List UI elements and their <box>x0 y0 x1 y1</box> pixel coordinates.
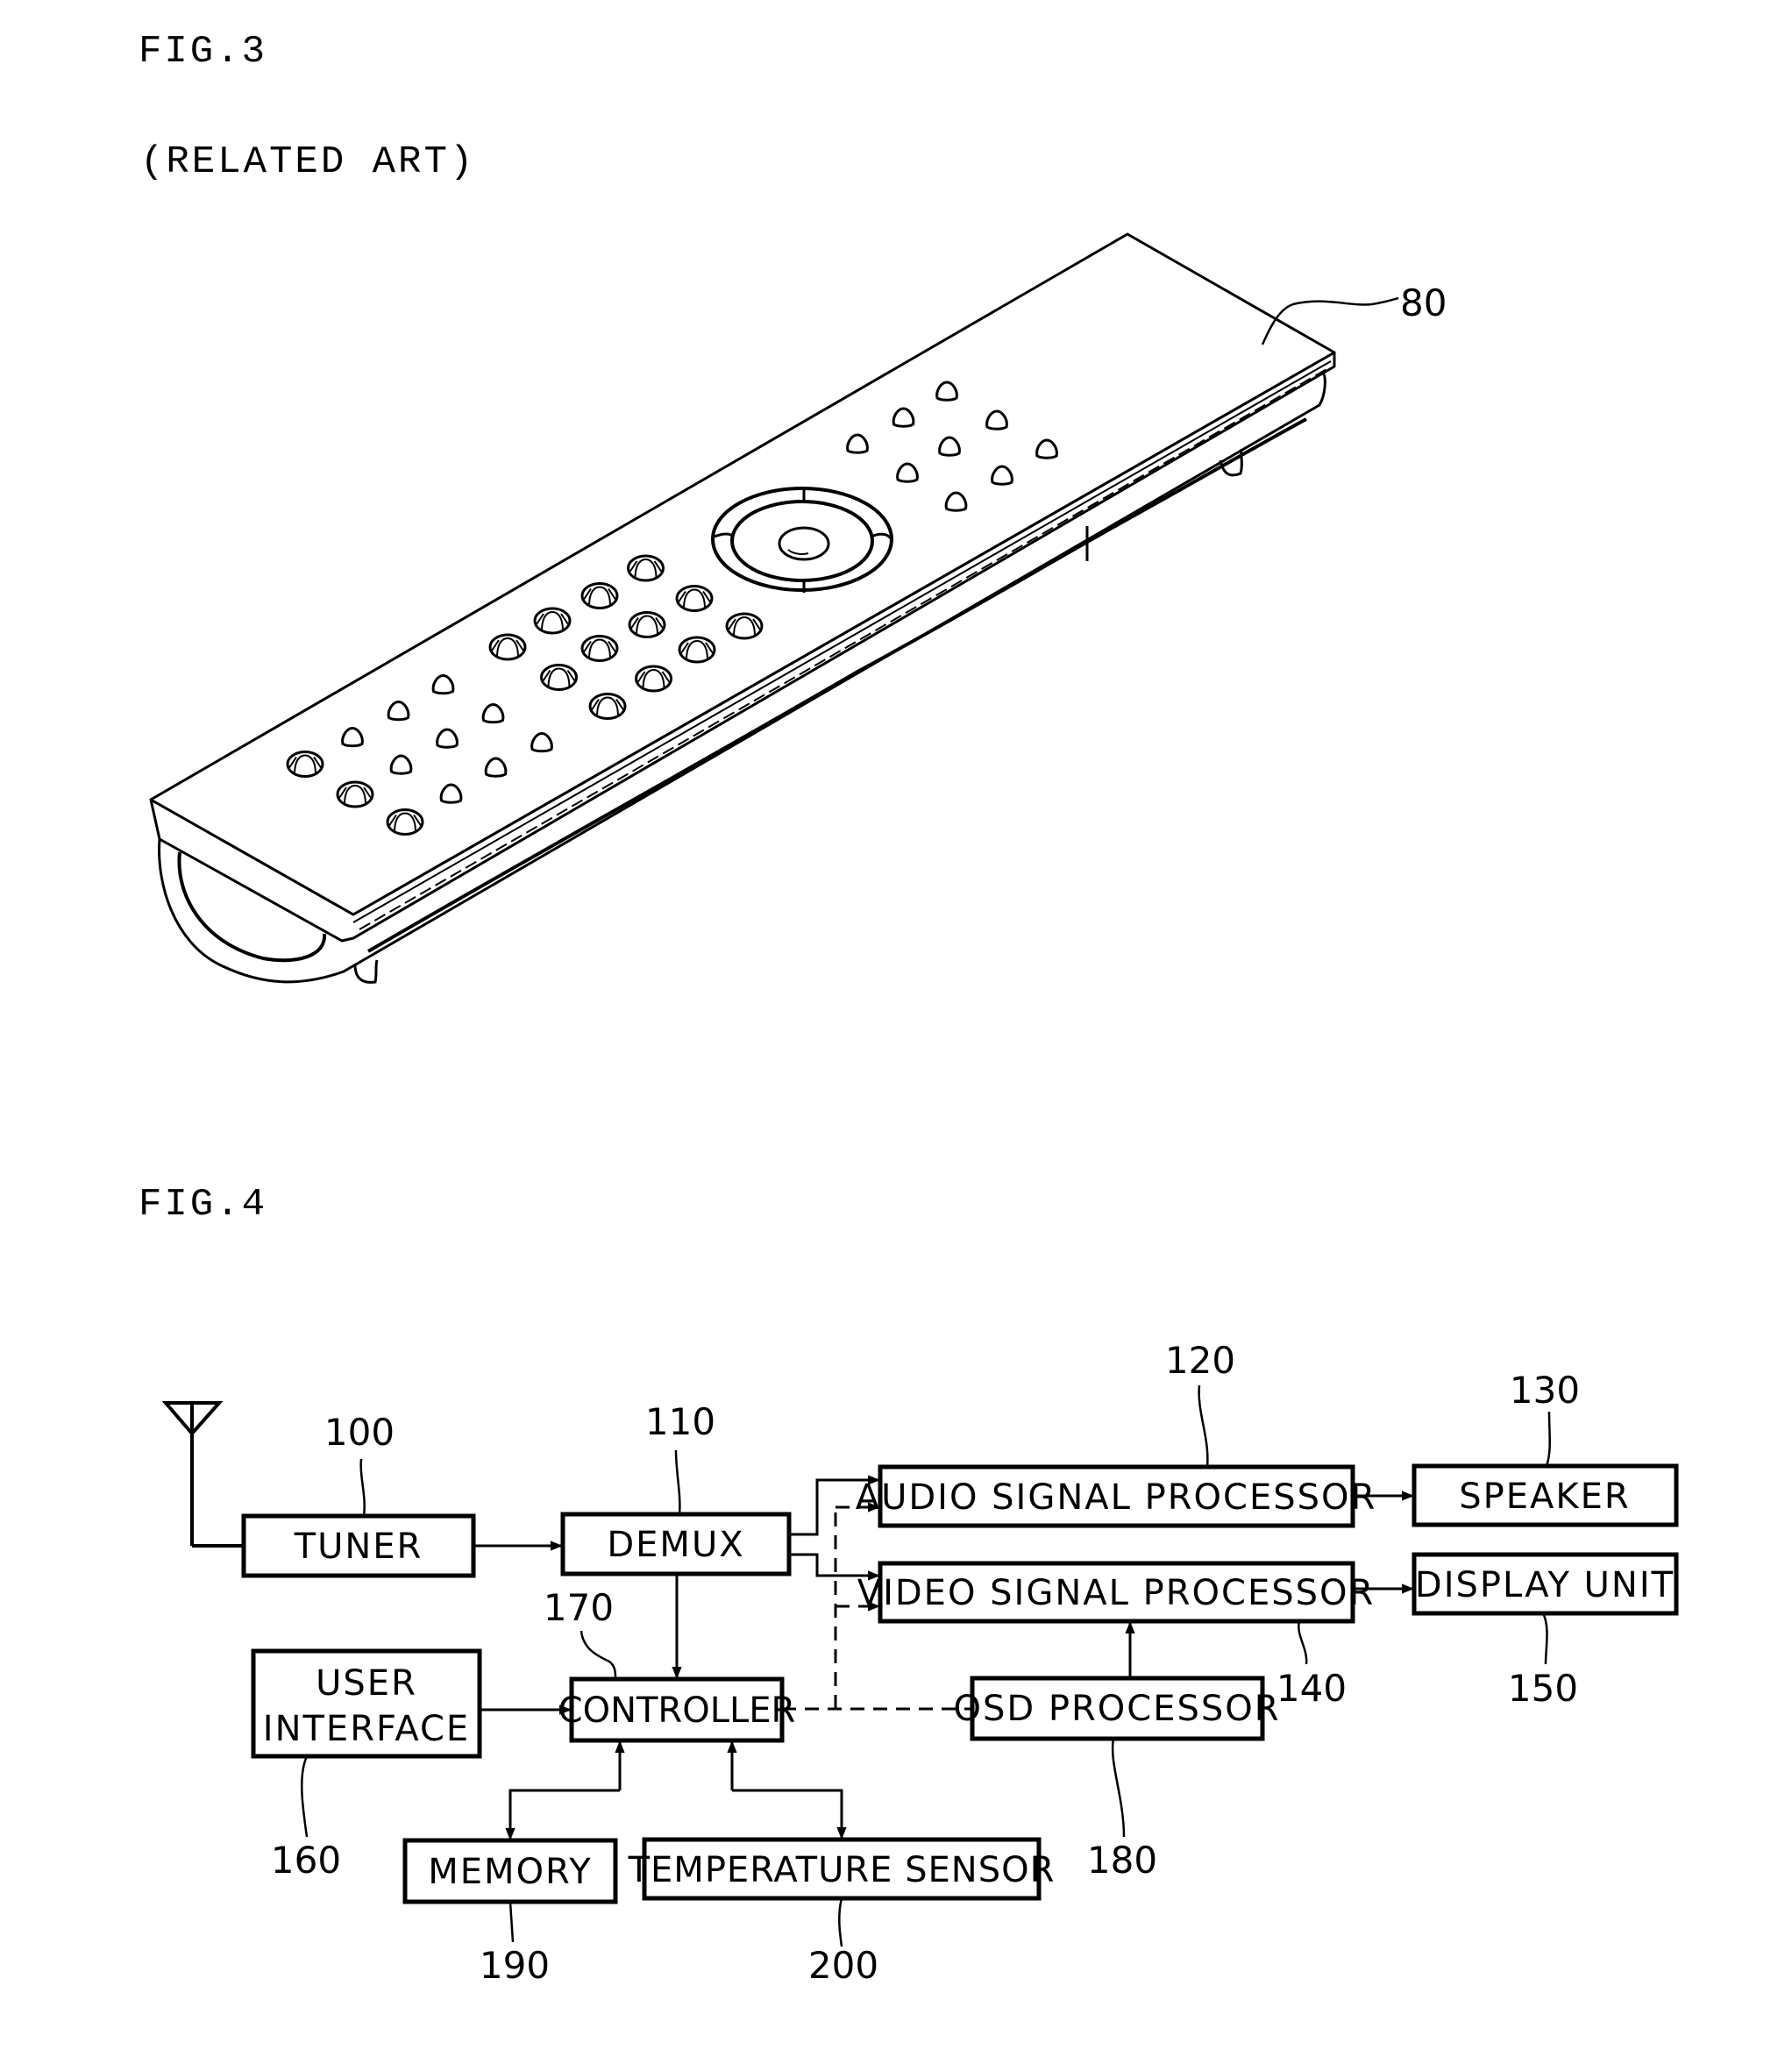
speaker-label: SPEAKER <box>1459 1477 1630 1517</box>
navigation-ring-icon <box>711 487 893 593</box>
user-interface-label-line2: INTERFACE <box>263 1709 470 1749</box>
numeric-key <box>627 554 665 582</box>
ref-160-leader <box>300 1755 309 1838</box>
small-key <box>484 757 508 778</box>
small-key <box>985 409 1008 431</box>
function-key <box>386 808 424 836</box>
demux-label: DEMUX <box>607 1525 744 1565</box>
small-key <box>846 433 869 454</box>
ref-120-label: 120 <box>1165 1339 1235 1382</box>
controller-to-memory-arrow <box>505 1789 620 1840</box>
small-key <box>431 673 455 695</box>
numeric-key <box>628 611 666 638</box>
small-key <box>944 491 968 512</box>
figure-3: FIG.3 (RELATED ART) 80 <box>139 30 1447 984</box>
small-key <box>387 700 410 722</box>
ref-130-leader <box>1545 1411 1551 1467</box>
numeric-key <box>533 607 572 635</box>
ref-150-leader <box>1541 1612 1548 1665</box>
ref-140-label: 140 <box>1276 1667 1347 1710</box>
numeric-key <box>588 693 627 720</box>
small-key <box>896 462 919 483</box>
numeric-key <box>725 612 764 640</box>
ref-200-leader <box>838 1897 843 1947</box>
numeric-key <box>635 665 672 693</box>
controller-label: CONTROLLER <box>558 1690 796 1731</box>
remote-control-icon <box>149 232 1336 984</box>
ref-170-leader <box>580 1630 617 1680</box>
tuner-label: TUNER <box>294 1527 423 1567</box>
numeric-key <box>678 636 716 664</box>
ref-100-leader <box>359 1458 366 1517</box>
function-key <box>286 751 324 778</box>
user-interface-block: USER INTERFACE <box>251 1648 482 1759</box>
ref-190-leader <box>508 1901 515 1943</box>
audio-signal-processor-label: AUDIO SIGNAL PROCESSOR <box>856 1477 1377 1518</box>
small-key <box>439 783 463 804</box>
temperature-sensor-block: TEMPERATURE SENSOR <box>628 1837 1056 1901</box>
video-signal-processor-block: VIDEO SIGNAL PROCESSOR <box>857 1561 1376 1624</box>
audio-signal-processor-block: AUDIO SIGNAL PROCESSOR <box>856 1464 1377 1528</box>
ref-110-leader <box>674 1449 681 1515</box>
ref-160-label: 160 <box>271 1839 341 1882</box>
numeric-key <box>675 585 714 612</box>
osd-processor-block: OSD PROCESSOR <box>953 1676 1280 1741</box>
small-key <box>938 436 961 457</box>
patent-drawing-canvas: FIG.3 (RELATED ART) 80 FIG.4 TUNER DEMUX… <box>139 30 1679 1987</box>
ref-200-label: 200 <box>808 1944 878 1987</box>
display-unit-block: DISPLAY UNIT <box>1412 1552 1679 1616</box>
small-key <box>1035 438 1058 459</box>
small-key <box>341 726 364 748</box>
small-key <box>991 465 1013 486</box>
figure-3-title: FIG.3 <box>139 30 267 74</box>
temperature-sensor-label: TEMPERATURE SENSOR <box>628 1850 1056 1890</box>
ref-130-label: 130 <box>1510 1369 1580 1412</box>
ref-80-label: 80 <box>1400 281 1447 324</box>
small-key <box>481 702 505 724</box>
figure-4: FIG.4 TUNER DEMUX AUDIO SIGNAL PROCESSOR… <box>139 1183 1679 1987</box>
ref-140-leader <box>1298 1620 1308 1665</box>
ref-180-leader <box>1111 1738 1126 1838</box>
function-key <box>336 780 374 808</box>
small-key <box>530 731 553 753</box>
small-key <box>935 381 958 402</box>
numeric-key <box>488 633 527 661</box>
ref-110-label: 110 <box>645 1400 715 1443</box>
demux-block: DEMUX <box>560 1512 792 1576</box>
numeric-key <box>580 582 619 609</box>
controller-block: CONTROLLER <box>558 1676 796 1743</box>
user-interface-label-line1: USER <box>316 1663 417 1704</box>
video-signal-processor-label: VIDEO SIGNAL PROCESSOR <box>857 1573 1376 1613</box>
ref-170-label: 170 <box>544 1586 614 1629</box>
antenna-icon <box>161 1401 224 1546</box>
ref-190-label: 190 <box>480 1944 550 1987</box>
speaker-block: SPEAKER <box>1412 1463 1679 1527</box>
ref-120-leader <box>1198 1384 1209 1468</box>
small-key <box>436 728 459 749</box>
ref-150-label: 150 <box>1508 1667 1578 1710</box>
memory-block: MEMORY <box>402 1838 618 1904</box>
ref-100-label: 100 <box>324 1411 395 1454</box>
figure-3-subtitle: (RELATED ART) <box>140 140 475 184</box>
memory-label: MEMORY <box>428 1852 592 1892</box>
display-unit-label: DISPLAY UNIT <box>1415 1565 1675 1605</box>
tuner-block: TUNER <box>241 1513 476 1578</box>
figure-4-title: FIG.4 <box>139 1183 267 1227</box>
numeric-key <box>580 635 619 662</box>
ref-180-label: 180 <box>1087 1839 1157 1882</box>
numeric-key <box>540 664 578 691</box>
small-key <box>389 754 413 775</box>
osd-processor-label: OSD PROCESSOR <box>953 1689 1280 1729</box>
controller-to-temp-arrow <box>732 1789 847 1840</box>
small-key <box>892 407 915 428</box>
